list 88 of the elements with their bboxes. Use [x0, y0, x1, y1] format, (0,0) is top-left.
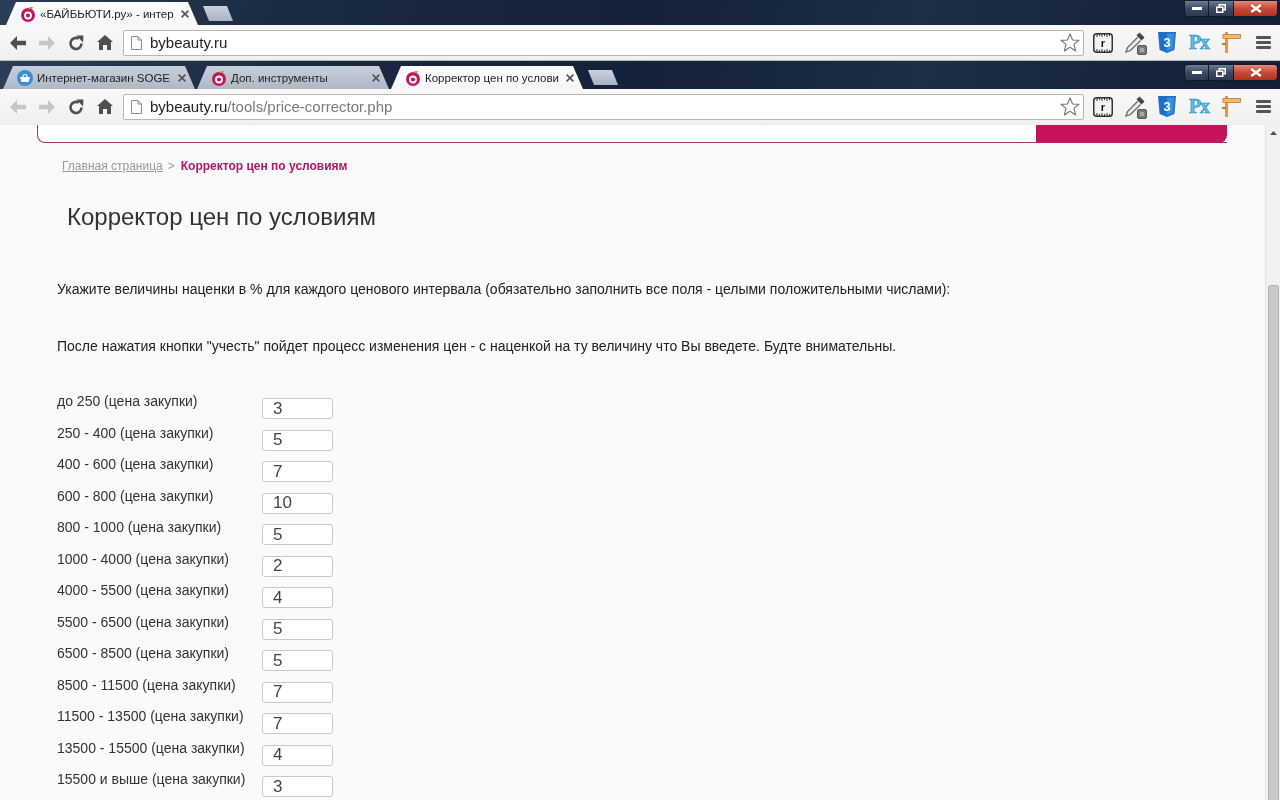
- page-heading: Корректор цен по условиям: [67, 203, 377, 231]
- range-label: 400 - 600 (цена закупки): [57, 456, 215, 473]
- maximize-button[interactable]: [1209, 0, 1234, 17]
- close-icon: [1249, 68, 1262, 77]
- extension-button[interactable]: r: [1088, 28, 1118, 57]
- address-bar[interactable]: bybeauty.ru: [123, 29, 1084, 56]
- instruction-text: После нажатия кнопки "учесть" пойдет процесс изменения цен - с наценкой на ту величину что Вы введете. Будте внимательны.: [57, 338, 898, 355]
- right-arrow-icon: [38, 99, 55, 114]
- restore-icon: [1216, 68, 1226, 77]
- home-icon: [96, 35, 113, 50]
- markup-input[interactable]: 5: [262, 429, 333, 451]
- signpost-icon: [1221, 96, 1241, 117]
- minimize-icon: [1191, 71, 1202, 74]
- close-button[interactable]: [1234, 0, 1278, 17]
- logo-icon: [211, 69, 227, 86]
- new-tab-button[interactable]: [203, 6, 233, 21]
- logo-icon: [20, 5, 36, 22]
- markup-input[interactable]: 10: [262, 492, 333, 514]
- minimize-button[interactable]: [1184, 0, 1209, 17]
- new-tab-button[interactable]: [588, 70, 618, 85]
- left-arrow-icon: [9, 99, 26, 114]
- markup-input[interactable]: 4: [262, 587, 333, 608]
- range-label: 4000 - 5500 (цена закупки): [57, 582, 230, 599]
- browser-tab[interactable]: Доп. инструменты: [197, 66, 389, 89]
- markup-input[interactable]: 7: [262, 461, 333, 482]
- close-icon[interactable]: [566, 73, 574, 82]
- range-label: 250 - 400 (цена закупки): [57, 424, 215, 442]
- range-label: 800 - 1000 (цена закупки): [57, 519, 223, 536]
- markup-input[interactable]: 7: [262, 681, 333, 703]
- scrollbar[interactable]: [1265, 125, 1280, 800]
- browser-tab[interactable]: «БАЙБЬЮТИ.ру» - интер: [6, 2, 198, 25]
- close-icon[interactable]: [372, 73, 380, 82]
- basket-icon: [17, 69, 33, 86]
- menu-icon: [1255, 36, 1271, 49]
- restore-icon: [1216, 4, 1226, 13]
- markup-input[interactable]: 5: [262, 650, 333, 671]
- range-label: 6500 - 8500 (цена закупки): [57, 645, 230, 662]
- page-icon: [131, 99, 142, 114]
- markup-input[interactable]: 7: [262, 713, 333, 734]
- markup-input[interactable]: 3: [262, 398, 333, 419]
- shield-icon: 3: [1158, 32, 1176, 53]
- ruler-icon: r: [1093, 96, 1113, 117]
- range-label: 13500 - 15500 (цена закупки): [57, 739, 246, 757]
- close-icon[interactable]: [178, 73, 186, 82]
- markup-input[interactable]: 4: [262, 744, 333, 766]
- breadcrumb-separator: >: [167, 159, 175, 173]
- breadcrumb-current: Корректор цен по условиям: [180, 159, 348, 173]
- home-icon: [96, 99, 113, 114]
- browser-tab[interactable]: Интернет-магазин SOGE: [3, 66, 195, 89]
- eyedropper-icon: [1123, 30, 1147, 55]
- shield-icon: 3: [1158, 96, 1176, 117]
- url-text: bybeauty.ru: [150, 34, 229, 51]
- ruler-icon: r: [1093, 32, 1113, 53]
- up-arrow-icon: [1269, 130, 1277, 135]
- range-label: 15500 и выше (цена закупки): [57, 771, 247, 788]
- markup-input[interactable]: 5: [262, 524, 333, 545]
- markup-input[interactable]: 5: [262, 618, 333, 640]
- range-label: 600 - 800 (цена закупки): [57, 487, 215, 505]
- page-icon: [131, 35, 142, 50]
- maximize-button[interactable]: [1209, 64, 1234, 81]
- bookmark-star-icon[interactable]: [1060, 97, 1080, 116]
- instruction-text: Укажите величины наценки в % для каждого ценового интервала (обязательно заполнить все поля - целыми положительными числами):: [57, 281, 952, 298]
- bookmark-star-icon[interactable]: [1060, 33, 1080, 52]
- range-label: 1000 - 4000 (цена закупки): [57, 550, 230, 568]
- reload-icon: [67, 98, 84, 115]
- scrollbar-thumb[interactable]: [1267, 285, 1279, 800]
- logo-icon: [405, 69, 421, 86]
- range-label: до 250 (цена закупки): [57, 393, 199, 410]
- eyedropper-icon: [1123, 94, 1147, 119]
- range-label: 8500 - 11500 (цена закупки): [57, 676, 237, 694]
- browser-tab[interactable]: Корректор цен по услови: [391, 66, 583, 89]
- url-text: bybeauty.ru/tools/price-corrector.php: [150, 98, 394, 115]
- range-label: 11500 - 13500 (цена закупки): [57, 708, 245, 725]
- right-arrow-icon: [38, 35, 55, 50]
- close-button[interactable]: [1234, 64, 1278, 81]
- extension-button[interactable]: r: [1088, 92, 1118, 121]
- minimize-icon: [1191, 7, 1202, 10]
- reload-icon: [67, 34, 84, 51]
- left-arrow-icon: [9, 35, 26, 50]
- range-label: 5500 - 6500 (цена закупки): [57, 613, 230, 631]
- markup-input[interactable]: 2: [262, 555, 333, 577]
- close-icon[interactable]: [181, 9, 189, 18]
- close-icon: [1249, 4, 1262, 13]
- menu-icon: [1255, 100, 1271, 113]
- address-bar[interactable]: bybeauty.ru/tools/price-corrector.php: [123, 93, 1084, 120]
- markup-input[interactable]: 3: [262, 776, 333, 797]
- signpost-icon: [1221, 32, 1241, 53]
- minimize-button[interactable]: [1184, 64, 1209, 81]
